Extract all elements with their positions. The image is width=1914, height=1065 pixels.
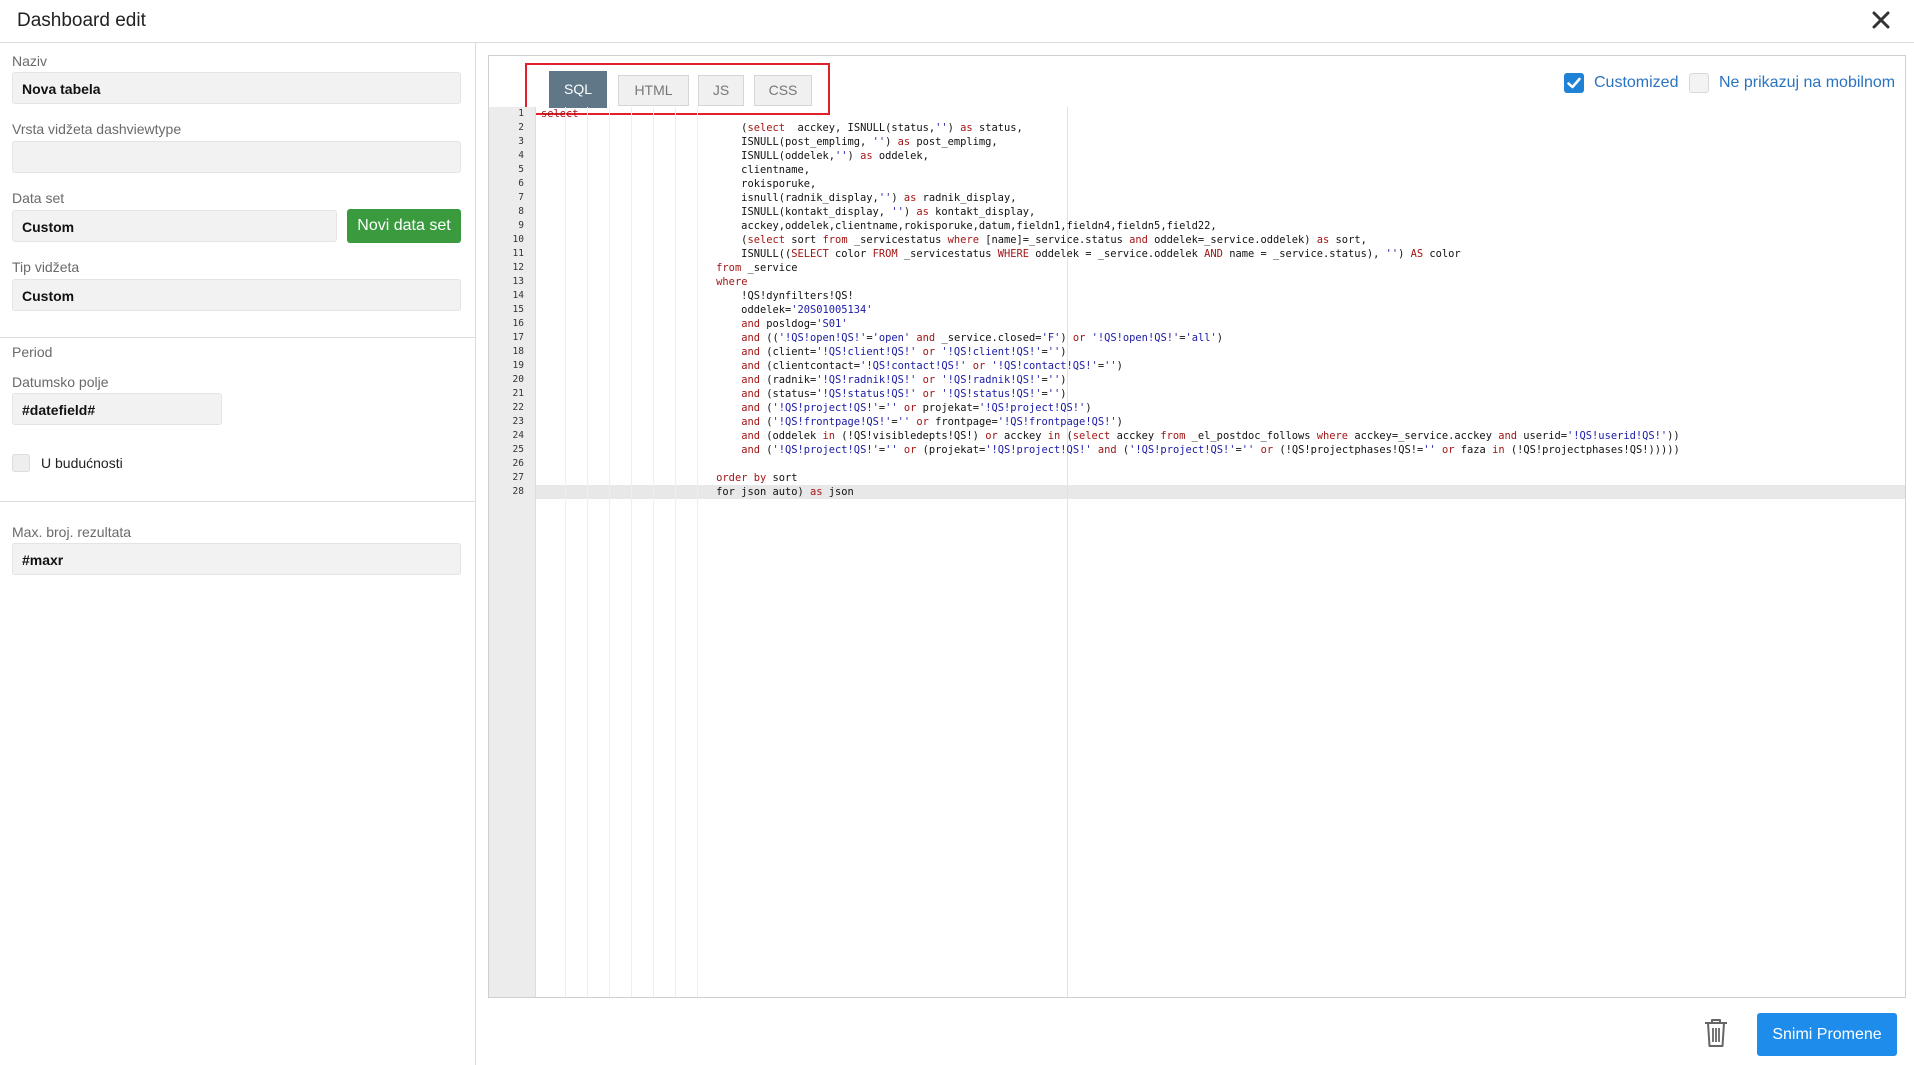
datumsko-label: Datumsko polje [12,374,109,390]
tab-js[interactable]: JS [698,75,744,106]
code-area[interactable]: 1 2 3 4 5 6 7 8 9 10 11 12 13 14 15 16 17 18 19 20 21 22 23 24 2… [489,107,1905,997]
code-line: ISNULL(post_emplimg, '') as post_emplimg… [541,136,998,148]
vrsta-input[interactable] [12,141,461,173]
max-input[interactable]: #maxr [12,543,461,575]
section-divider [0,337,476,338]
code-line: isnull(radnik_display,'') as radnik_disp… [541,192,1017,204]
code-line: oddelek='20S01005134' [541,304,873,316]
code-line: and (client='!QS!client!QS!' or '!QS!cli… [741,346,1067,358]
tab-sql[interactable]: SQL [549,71,607,108]
future-label: U budućnosti [41,455,123,471]
mobile-label: Ne prikazuj na mobilnom [1719,74,1896,91]
code-line: and posldog='S01' [741,318,848,330]
code-line: (select acckey, ISNULL(status,'') as sta… [541,122,1023,134]
close-icon[interactable] [1868,7,1894,33]
code-line: order by sort [716,472,798,484]
code-line: and (oddelek in (!QS!visibledepts!QS!) o… [741,430,1680,442]
trash-icon[interactable] [1702,1017,1730,1049]
dialog-title: Dashboard edit [17,10,146,31]
code-line: and (status='!QS!status!QS!' or '!QS!sta… [741,388,1067,400]
code-line: ISNULL((SELECT color FROM _servicestatus… [541,248,1461,260]
max-label: Max. broj. rezultata [12,524,132,540]
dataset-label: Data set [12,190,65,206]
code-line: and (radnik='!QS!radnik!QS!' or '!QS!rad… [741,374,1067,386]
code-editor-panel: SQL HTML JS CSS Customized Ne prikazuj n… [488,55,1906,998]
future-checkbox[interactable] [12,454,30,472]
settings-panel: Naziv Nova tabela Vrsta vidžeta dashview… [0,43,476,1065]
code-line: clientname, [541,164,810,176]
dialog-header: Dashboard edit [0,0,1914,43]
new-dataset-button[interactable]: Novi data set [347,209,461,243]
dataset-select[interactable]: Custom [12,210,337,242]
code-line: select [541,108,579,120]
code-line: (select sort from _servicestatus where [… [541,234,1367,246]
tab-html[interactable]: HTML [618,75,689,106]
code-line: ISNULL(kontakt_display, '') as kontakt_d… [541,206,1036,218]
code-line: and ('!QS!frontpage!QS!'='' or frontpage… [741,416,1123,428]
customized-checkbox[interactable] [1564,73,1584,93]
code-line: where [716,276,748,288]
code-line: from _service [716,262,798,274]
naziv-label: Naziv [12,53,48,69]
period-label: Period [12,344,53,360]
code-line: rokisporuke, [541,178,817,190]
code-line: and (('!QS!open!QS!'='open' and _service… [741,332,1224,344]
code-line: ISNULL(oddelek,'') as oddelek, [541,150,929,162]
code-line: and ('!QS!project!QS!'='' or projekat='!… [741,402,1092,414]
tab-css[interactable]: CSS [754,75,812,106]
check-icon [1567,77,1581,89]
tip-select[interactable]: Custom [12,279,461,311]
code-line: and (clientcontact='!QS!contact!QS!' or … [741,360,1123,372]
customized-label: Customized [1594,74,1679,91]
save-button[interactable]: Snimi Promene [1757,1013,1897,1056]
code-line: acckey,oddelek,clientname,rokisporuke,da… [541,220,1217,232]
code-line: !QS!dynfilters!QS! [541,290,854,302]
code-text[interactable]: select (select acckey, ISNULL(status,'')… [489,107,1905,997]
naziv-input[interactable]: Nova tabela [12,72,461,104]
section-divider [0,501,476,502]
datumsko-input[interactable]: #datefield# [12,393,222,425]
code-line: and ('!QS!project!QS!'='' or (projekat='… [741,444,1680,456]
mobile-checkbox[interactable] [1689,73,1709,93]
vrsta-label: Vrsta vidžeta dashviewtype [12,121,182,137]
tip-label: Tip vidžeta [12,259,80,275]
code-line: for json auto) as json [541,486,854,498]
